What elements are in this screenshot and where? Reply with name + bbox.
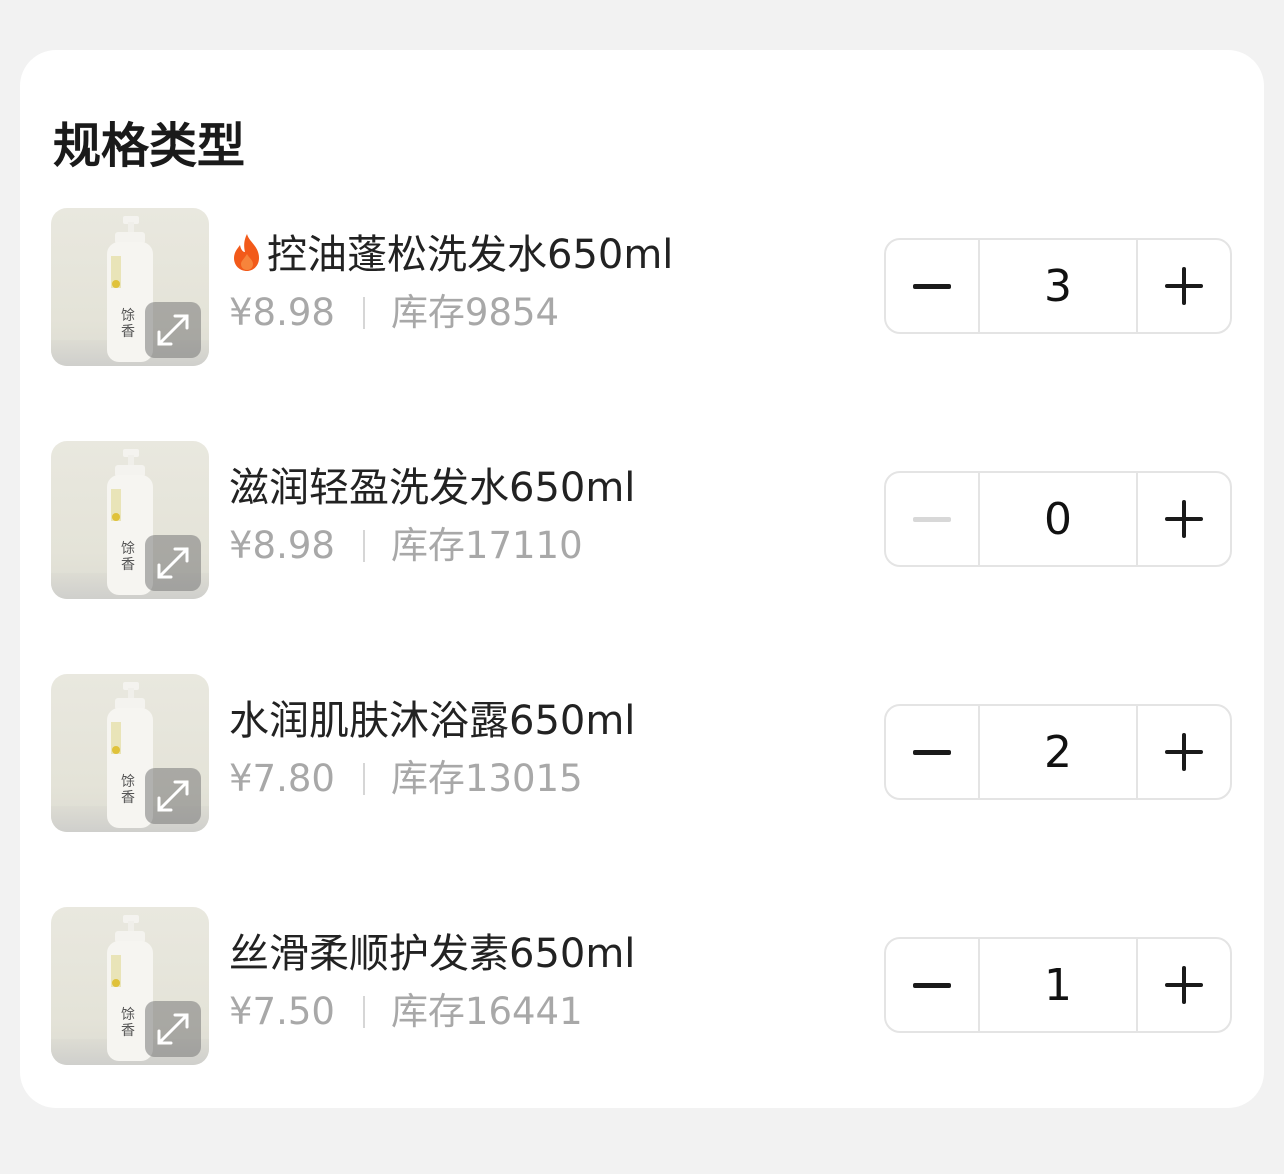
increment-button[interactable]: [1136, 706, 1230, 798]
product-meta: ¥7.50 库存16441: [229, 989, 583, 1035]
increment-button[interactable]: [1136, 939, 1230, 1031]
minus-icon: [913, 749, 951, 755]
minus-icon: [913, 516, 951, 522]
decrement-button[interactable]: [886, 240, 980, 332]
product-stock: 库存9854: [390, 291, 560, 334]
svg-text:馀: 馀: [121, 540, 135, 557]
divider: [362, 996, 365, 1028]
expand-icon[interactable]: [145, 302, 201, 358]
svg-text:香: 香: [121, 790, 135, 806]
svg-text:馀: 馀: [121, 1006, 135, 1023]
product-thumbnail[interactable]: 馀 香: [51, 441, 209, 599]
product-thumbnail[interactable]: 馀 香: [51, 907, 209, 1065]
product-stock: 库存16441: [390, 990, 583, 1033]
minus-icon: [913, 982, 951, 988]
product-price: ¥8.98: [229, 524, 335, 567]
product-thumbnail[interactable]: 馀 香: [51, 674, 209, 832]
product-meta: ¥7.80 库存13015: [229, 756, 583, 802]
increment-button[interactable]: [1136, 473, 1230, 565]
product-name: 滋润轻盈洗发水650ml: [229, 465, 636, 511]
plus-icon: [1165, 267, 1203, 305]
increment-button[interactable]: [1136, 240, 1230, 332]
spec-card: 规格类型 馀 香 控油蓬松洗发水650ml ¥8.98 库存9854 3 馀 香…: [20, 50, 1264, 1108]
product-name: 丝滑柔顺护发素650ml: [229, 931, 636, 977]
list-item[interactable]: 馀 香 控油蓬松洗发水650ml ¥8.98 库存9854 3: [20, 208, 1264, 368]
product-price: ¥7.80: [229, 757, 335, 800]
divider: [362, 530, 365, 562]
expand-icon[interactable]: [145, 768, 201, 824]
svg-text:香: 香: [121, 557, 135, 573]
plus-icon: [1165, 733, 1203, 771]
expand-icon[interactable]: [145, 1001, 201, 1057]
product-thumbnail[interactable]: 馀 香: [51, 208, 209, 366]
plus-icon: [1165, 966, 1203, 1004]
product-price: ¥7.50: [229, 990, 335, 1033]
list-item[interactable]: 馀 香 丝滑柔顺护发素650ml ¥7.50 库存16441 1: [20, 907, 1264, 1067]
flame-icon: [234, 234, 259, 271]
product-meta: ¥8.98 库存17110: [229, 523, 583, 569]
quantity-stepper: 1: [884, 937, 1232, 1033]
minus-icon: [913, 283, 951, 289]
list-item[interactable]: 馀 香 滋润轻盈洗发水650ml ¥8.98 库存17110 0: [20, 441, 1264, 601]
divider: [362, 763, 365, 795]
product-name: 水润肌肤沐浴露650ml: [229, 698, 636, 744]
product-meta: ¥8.98 库存9854: [229, 290, 559, 336]
decrement-button[interactable]: [886, 706, 980, 798]
product-stock: 库存17110: [390, 524, 583, 567]
list-item[interactable]: 馀 香 水润肌肤沐浴露650ml ¥7.80 库存13015 2: [20, 674, 1264, 834]
svg-text:馀: 馀: [121, 307, 135, 324]
decrement-button[interactable]: [886, 939, 980, 1031]
quantity-input[interactable]: 1: [980, 939, 1136, 1031]
quantity-input[interactable]: 2: [980, 706, 1136, 798]
decrement-button[interactable]: [886, 473, 980, 565]
product-name: 控油蓬松洗发水650ml: [229, 230, 673, 280]
product-stock: 库存13015: [390, 757, 583, 800]
svg-text:香: 香: [121, 1023, 135, 1039]
expand-icon[interactable]: [145, 535, 201, 591]
quantity-input[interactable]: 3: [980, 240, 1136, 332]
quantity-stepper: 0: [884, 471, 1232, 567]
section-title: 规格类型: [53, 118, 246, 174]
product-price: ¥8.98: [229, 291, 335, 334]
quantity-input[interactable]: 0: [980, 473, 1136, 565]
quantity-stepper: 3: [884, 238, 1232, 334]
svg-text:馀: 馀: [121, 773, 135, 790]
svg-text:香: 香: [121, 324, 135, 340]
quantity-stepper: 2: [884, 704, 1232, 800]
plus-icon: [1165, 500, 1203, 538]
divider: [362, 297, 365, 329]
